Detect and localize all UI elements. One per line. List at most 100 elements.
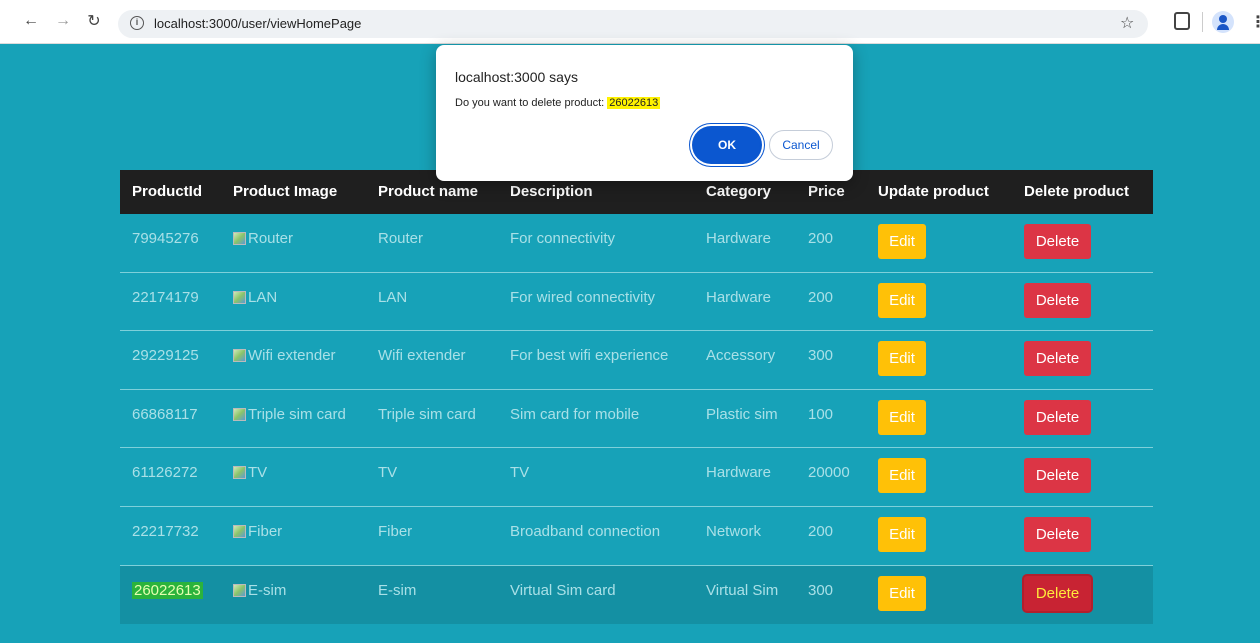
broken-image-icon — [233, 524, 246, 538]
column-header: Category — [706, 183, 772, 200]
edit-button[interactable]: Edit — [878, 341, 926, 377]
delete-button[interactable]: Delete — [1024, 458, 1091, 494]
table-row: 61126272 TV TV TV Hardware 20000 Edit Delete — [120, 448, 1153, 507]
dialog-message-text: Do you want to delete product: — [455, 97, 608, 109]
broken-image-icon — [233, 349, 246, 363]
column-header: Product name — [378, 183, 479, 200]
product-price: 300 — [808, 347, 834, 365]
bookmark-star-icon[interactable]: ☆ — [1120, 13, 1134, 33]
product-name: Router — [378, 230, 424, 247]
delete-button[interactable]: Delete — [1024, 575, 1091, 611]
broken-image-icon — [233, 407, 246, 421]
product-image: Fiber — [233, 523, 282, 540]
product-description: For connectivity — [510, 230, 616, 247]
table-row: 29229125 Wifi extender Wifi extender For be… — [120, 331, 1153, 390]
table-row: 26022613 E-sim E-sim Virtual Sim card Virtua… — [120, 565, 1153, 625]
product-image: TV — [233, 464, 267, 481]
column-header: ProductId — [132, 183, 202, 200]
dialog-cancel-button[interactable]: Cancel — [769, 130, 833, 160]
product-description: Sim card for mobile — [510, 405, 640, 423]
forward-icon[interactable]: → — [52, 10, 74, 32]
product-image: Router — [233, 230, 293, 247]
product-description: TV — [510, 464, 530, 482]
product-name: Triple sim card — [378, 405, 476, 423]
product-name: Wifi extender — [378, 347, 466, 365]
product-category: Hardware — [706, 464, 772, 482]
profile-avatar-icon[interactable] — [1212, 11, 1234, 33]
toolbar-divider — [1202, 12, 1203, 32]
reload-icon[interactable]: ↻ — [83, 10, 105, 32]
extensions-icon[interactable] — [1174, 12, 1190, 30]
product-image: LAN — [233, 289, 277, 306]
column-header: Delete product — [1024, 183, 1130, 200]
product-id: 29229125 — [132, 347, 199, 365]
dialog-message: Do you want to delete product: 26022613 — [455, 97, 661, 109]
back-icon[interactable]: ← — [20, 10, 42, 32]
product-id-cell: 22174179 — [132, 289, 199, 306]
product-id-cell: 22217732 — [132, 523, 199, 540]
product-id: 26022613 — [132, 581, 203, 599]
delete-button[interactable]: Delete — [1024, 516, 1091, 552]
product-image: Triple sim card — [233, 406, 346, 423]
product-description: For wired connectivity — [510, 288, 656, 306]
product-image-alt: Router — [248, 230, 294, 247]
product-image-cell: Triple sim card — [233, 406, 346, 425]
product-id: 79945276 — [132, 230, 199, 247]
column-header: Description — [510, 183, 593, 200]
table-row: 22174179 LAN LAN For wired connectivity Hard… — [120, 273, 1153, 332]
product-image-cell: Fiber — [233, 523, 282, 542]
product-image-cell: Router — [233, 230, 293, 249]
product-image-alt: Triple sim card — [248, 405, 346, 423]
product-category: Accessory — [706, 347, 776, 365]
product-image-alt: TV — [248, 464, 268, 482]
product-image-cell: TV — [233, 464, 267, 483]
product-price: 20000 — [808, 464, 850, 482]
delete-button[interactable]: Delete — [1024, 282, 1091, 318]
dialog-ok-button[interactable]: OK — [694, 128, 760, 162]
product-name: TV — [378, 464, 398, 482]
product-description: Broadband connection — [510, 522, 661, 540]
product-category: Hardware — [706, 230, 772, 247]
confirm-dialog: localhost:3000 says Do you want to delet… — [436, 45, 853, 181]
product-name: Fiber — [378, 522, 413, 540]
product-name: E-sim — [378, 581, 417, 599]
product-image-cell: Wifi extender — [233, 347, 336, 366]
product-price: 200 — [808, 288, 834, 306]
edit-button[interactable]: Edit — [878, 575, 926, 611]
address-url[interactable]: localhost:3000/user/viewHomePage — [154, 16, 361, 31]
product-id: 22174179 — [132, 288, 199, 306]
product-image-cell: E-sim — [233, 582, 286, 601]
product-description: Virtual Sim card — [510, 581, 616, 599]
dialog-product-id: 26022613 — [607, 97, 661, 109]
address-bar[interactable]: i localhost:3000/user/viewHomePage — [118, 10, 1148, 38]
browser-menu-icon[interactable]: ⋮ — [1250, 12, 1260, 32]
product-id-cell: 26022613 — [132, 581, 203, 599]
column-header: Update product — [878, 183, 989, 200]
product-id-cell: 79945276 — [132, 230, 199, 247]
product-description: For best wifi experience — [510, 347, 669, 365]
delete-button[interactable]: Delete — [1024, 224, 1091, 259]
product-category: Virtual Sim — [706, 581, 779, 599]
product-table: ProductId Product Image Product name Descri… — [120, 170, 1153, 625]
product-image-alt: LAN — [248, 288, 278, 306]
edit-button[interactable]: Edit — [878, 282, 926, 318]
product-price: 100 — [808, 405, 834, 423]
edit-button[interactable]: Edit — [878, 224, 926, 259]
edit-button[interactable]: Edit — [878, 399, 926, 435]
product-price: 200 — [808, 522, 834, 540]
product-id-cell: 61126272 — [132, 464, 198, 481]
delete-button[interactable]: Delete — [1024, 341, 1091, 377]
product-category: Plastic sim — [706, 405, 778, 423]
site-info-icon[interactable]: i — [130, 16, 144, 30]
table-row: 79945276 Router Router For connectivity Hard… — [120, 214, 1153, 273]
table-row: 22217732 Fiber Fiber Broadband connection Ne… — [120, 507, 1153, 566]
broken-image-icon — [233, 466, 246, 480]
product-image-alt: E-sim — [248, 581, 287, 599]
product-category: Network — [706, 522, 762, 540]
delete-button[interactable]: Delete — [1024, 399, 1091, 435]
table-row: 66868117 Triple sim card Triple sim card Si… — [120, 390, 1153, 449]
edit-button[interactable]: Edit — [878, 516, 926, 552]
edit-button[interactable]: Edit — [878, 458, 926, 494]
product-id: 22217732 — [132, 522, 199, 540]
broken-image-icon — [233, 290, 246, 304]
